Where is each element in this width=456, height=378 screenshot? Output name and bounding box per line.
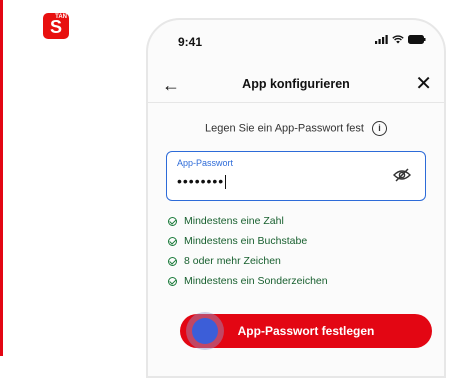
- signal-icon: [375, 35, 388, 44]
- rule-label: Mindestens eine Zahl: [184, 215, 284, 227]
- page-title: App konfigurieren: [242, 77, 350, 91]
- navigation-bar: ← App konfigurieren ✕: [148, 70, 444, 103]
- battery-icon: [408, 35, 426, 44]
- rule-label: Mindestens ein Buchstabe: [184, 235, 308, 247]
- check-circle-icon: [168, 276, 177, 286]
- rule-item: Mindestens ein Sonderzeichen: [168, 271, 328, 291]
- rule-label: Mindestens ein Sonderzeichen: [184, 275, 328, 287]
- rule-label: 8 oder mehr Zeichen: [184, 255, 281, 267]
- phone-frame: 9:41 ← App konfigurieren ✕ Legen Sie ein…: [146, 18, 446, 378]
- wifi-icon: [392, 35, 404, 44]
- sparkasse-tan-app-icon: TAN S: [43, 13, 69, 39]
- text-cursor: [225, 175, 227, 190]
- touch-indicator-dot: [192, 318, 218, 344]
- rule-item: Mindestens ein Buchstabe: [168, 231, 328, 251]
- left-accent-bar: [0, 0, 3, 356]
- set-app-password-label: App-Passwort festlegen: [237, 324, 375, 338]
- status-time: 9:41: [178, 35, 203, 49]
- info-icon[interactable]: i: [372, 121, 388, 136]
- check-circle-icon: [168, 236, 177, 246]
- app-password-label: App-Passwort: [177, 158, 234, 168]
- rule-item: Mindestens eine Zahl: [168, 211, 328, 231]
- sparkasse-logo-icon: S: [49, 17, 62, 37]
- app-password-value: ••••••••: [177, 173, 225, 189]
- check-circle-icon: [168, 256, 177, 266]
- app-password-input[interactable]: ••••••••: [177, 173, 227, 190]
- password-rules-list: Mindestens eine Zahl Mindestens ein Buch…: [168, 211, 328, 291]
- close-icon[interactable]: ✕: [415, 74, 432, 94]
- status-icons: [375, 35, 426, 44]
- password-hint-row: Legen Sie ein App-Passwort fest i: [148, 121, 444, 136]
- status-bar: 9:41: [148, 20, 444, 60]
- check-circle-icon: [168, 216, 177, 226]
- app-password-field[interactable]: App-Passwort ••••••••: [166, 151, 426, 201]
- eye-off-icon[interactable]: [393, 168, 411, 182]
- password-hint-text: Legen Sie ein App-Passwort fest: [204, 122, 364, 135]
- rule-item: 8 oder mehr Zeichen: [168, 251, 328, 271]
- touch-indicator: [186, 312, 224, 350]
